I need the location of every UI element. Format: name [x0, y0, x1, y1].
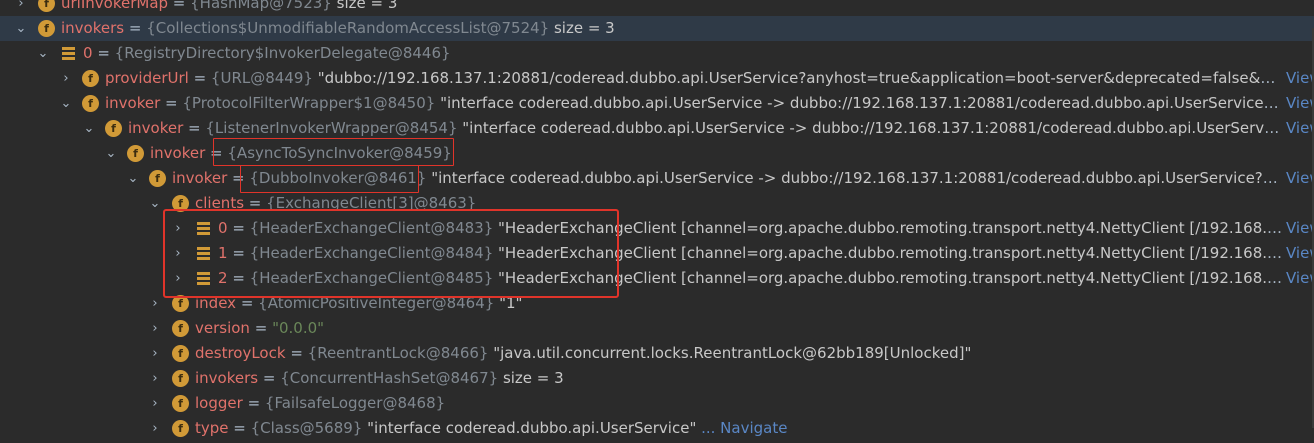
- field-name: invoker: [105, 94, 161, 112]
- field-value: "interface coderead.dubbo.api.UserServic…: [362, 419, 697, 437]
- tree-row[interactable]: ⌄ 0 = {RegistryDirectory$InvokerDelegate…: [0, 41, 1314, 66]
- field-value: "interface coderead.dubbo.api.UserServic…: [426, 169, 1283, 187]
- tree-row[interactable]: ⌄ f invoker = {DubboInvoker@8461} "inter…: [0, 166, 1314, 191]
- expand-arrow-icon[interactable]: ›: [14, 0, 28, 16]
- field-value: "interface coderead.dubbo.api.UserServic…: [435, 94, 1283, 112]
- tree-row[interactable]: ⌄ f invoker = {ListenerInvokerWrapper@84…: [0, 116, 1314, 141]
- field-value: "java.util.concurrent.locks.ReentrantLoc…: [488, 344, 972, 362]
- expand-arrow-icon[interactable]: ›: [148, 366, 162, 391]
- tree-row-selected[interactable]: ⌄ f invokers = {Collections$Unmodifiable…: [0, 16, 1314, 41]
- expand-arrow-icon[interactable]: ›: [59, 66, 73, 91]
- tree-row[interactable]: › f logger = {FailsafeLogger@8468}: [0, 391, 1314, 416]
- view-link[interactable]: View: [1286, 241, 1314, 266]
- field-icon: f: [172, 320, 189, 337]
- object-type: {Collections$UnmodifiableRandomAccessLis…: [146, 19, 550, 37]
- collapse-arrow-icon[interactable]: ⌄: [59, 91, 73, 116]
- field-name: version: [195, 319, 250, 337]
- field-icon: f: [149, 170, 166, 187]
- field-value: "dubbo://192.168.137.1:20881/coderead.du…: [312, 69, 1283, 87]
- field-icon: f: [38, 0, 55, 12]
- field-value: size = 3: [549, 19, 615, 37]
- object-type: {FailsafeLogger@8468}: [264, 394, 446, 412]
- field-name: 0: [83, 44, 93, 62]
- collapse-arrow-icon[interactable]: ⌄: [82, 116, 96, 141]
- view-link[interactable]: View: [1286, 216, 1314, 241]
- view-link[interactable]: View: [1286, 166, 1314, 191]
- field-icon: f: [172, 420, 189, 437]
- collapse-arrow-icon[interactable]: ⌄: [104, 141, 118, 166]
- highlight-box-async-invoker: [213, 138, 454, 166]
- field-icon: f: [82, 70, 99, 87]
- field-icon: f: [172, 370, 189, 387]
- tree-row[interactable]: › f version = "0.0.0": [0, 316, 1314, 341]
- field-value: size = 3: [331, 0, 398, 12]
- expand-arrow-icon[interactable]: ›: [148, 341, 162, 366]
- view-link[interactable]: View: [1286, 116, 1314, 141]
- expand-arrow-icon[interactable]: ›: [148, 391, 162, 416]
- field-value: "0.0.0": [272, 319, 325, 337]
- field-icon: f: [172, 395, 189, 412]
- highlight-box-dubbo-invoker: [240, 165, 419, 193]
- tree-row[interactable]: ⌄ f invoker = {AsyncToSyncInvoker@8459}: [0, 141, 1314, 166]
- expand-arrow-icon[interactable]: ›: [148, 316, 162, 341]
- tree-row[interactable]: › f providerUrl = {URL@8449} "dubbo://19…: [0, 66, 1314, 91]
- object-type: {ConcurrentHashSet@8467}: [280, 369, 499, 387]
- field-name: invoker: [150, 144, 206, 162]
- tree-row[interactable]: › f type = {Class@5689} "interface coder…: [0, 416, 1314, 441]
- collapse-arrow-icon[interactable]: ⌄: [126, 166, 140, 191]
- tree-row[interactable]: › f invokers = {ConcurrentHashSet@8467} …: [0, 366, 1314, 391]
- tree-row[interactable]: › f destroyLock = {ReentrantLock@8466} "…: [0, 341, 1314, 366]
- object-type: {HashMap@7523}: [190, 0, 332, 12]
- field-name: type: [195, 419, 229, 437]
- navigate-link[interactable]: ... Navigate: [696, 419, 787, 437]
- collapse-arrow-icon[interactable]: ⌄: [36, 41, 50, 66]
- field-value: size = 3: [498, 369, 564, 387]
- object-type: {RegistryDirectory$InvokerDelegate@8446}: [114, 44, 451, 62]
- collapse-arrow-icon[interactable]: ⌄: [14, 16, 28, 41]
- expand-arrow-icon[interactable]: ›: [148, 416, 162, 441]
- array-element-icon: [62, 47, 75, 60]
- tree-row[interactable]: › f urlInvokerMap = {HashMap@7523} size …: [0, 0, 1314, 16]
- field-icon: f: [38, 20, 55, 37]
- highlight-box-clients: [163, 209, 619, 298]
- field-icon: f: [82, 95, 99, 112]
- object-type: {Class@5689}: [250, 419, 363, 437]
- field-name: invokers: [195, 369, 259, 387]
- view-link[interactable]: View: [1286, 66, 1314, 91]
- field-icon: f: [127, 145, 144, 162]
- field-name: invoker: [172, 169, 228, 187]
- field-name: logger: [195, 394, 243, 412]
- field-name: invoker: [128, 119, 184, 137]
- tree-row[interactable]: ⌄ f invoker = {ProtocolFilterWrapper$1@8…: [0, 91, 1314, 116]
- expand-arrow-icon[interactable]: ›: [148, 291, 162, 316]
- field-name: destroyLock: [195, 344, 286, 362]
- object-type: {ReentrantLock@8466}: [307, 344, 489, 362]
- object-type: {ProtocolFilterWrapper$1@8450}: [182, 94, 436, 112]
- field-icon: f: [172, 345, 189, 362]
- field-name: providerUrl: [105, 69, 189, 87]
- field-value: "interface coderead.dubbo.api.UserServic…: [457, 119, 1283, 137]
- object-type: {ListenerInvokerWrapper@8454}: [205, 119, 458, 137]
- view-link[interactable]: View: [1286, 91, 1314, 116]
- field-icon: f: [105, 120, 122, 137]
- object-type: {URL@8449}: [210, 69, 313, 87]
- view-link[interactable]: View: [1286, 266, 1314, 291]
- field-name: urlInvokerMap: [61, 0, 169, 12]
- field-name: invokers: [61, 19, 125, 37]
- collapse-arrow-icon[interactable]: ⌄: [148, 191, 162, 216]
